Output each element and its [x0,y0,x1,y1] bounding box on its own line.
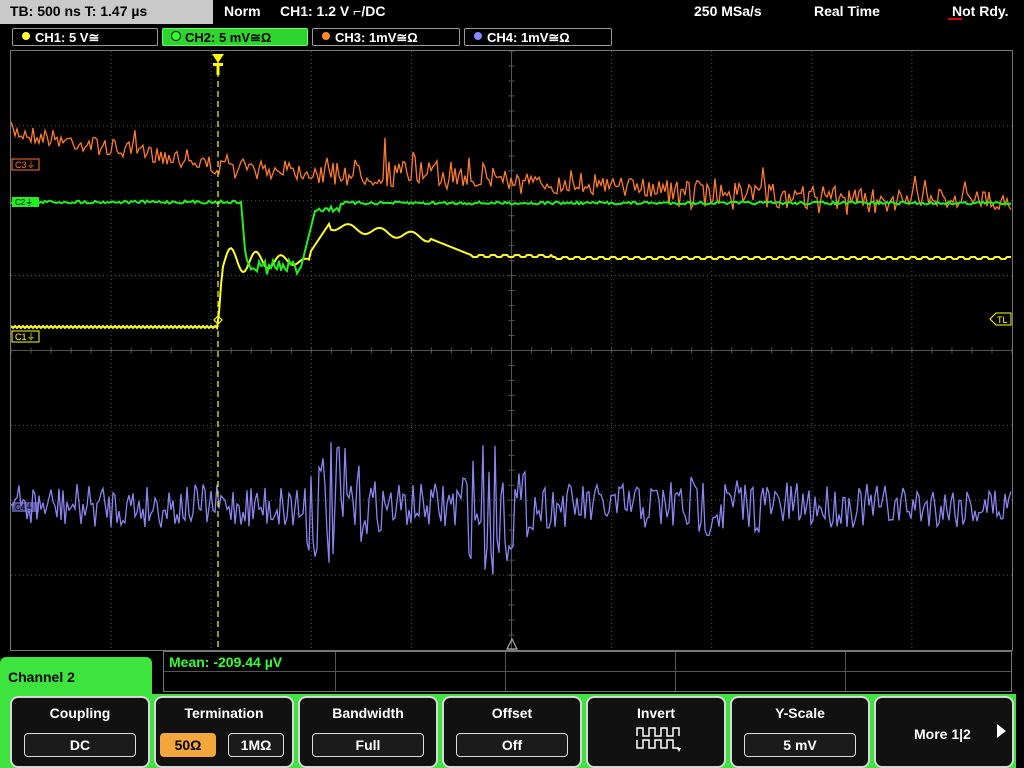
coupling-value[interactable]: DC [24,733,136,757]
bandwidth-title: Bandwidth [332,705,404,721]
acquisition-state: Not Rdy. [952,3,1009,19]
trigger-level-marker[interactable]: TL [989,312,1012,326]
y-scale-softkey[interactable]: Y-Scale 5 mV [730,696,870,768]
tab-ch1[interactable]: CH1: 5 V≅ [12,28,158,46]
menu-title: Channel 2 [8,669,75,685]
invert-waveform-icon [636,727,681,752]
more-label: More 1|2 [914,726,971,742]
offset-value[interactable]: Off [456,733,568,757]
svg-text:C3⏚: C3⏚ [15,160,36,170]
c1-level-marker[interactable]: C1⏚ [11,330,40,343]
invert-softkey[interactable]: Invert [586,696,726,768]
state-indicator [948,18,962,20]
bandwidth-softkey[interactable]: Bandwidth Full [298,696,438,768]
graticule [11,51,1012,650]
termination-title: Termination [184,705,264,721]
sample-rate: 250 MSa/s [694,3,762,19]
mean-measurement: Mean: -209.44 µV [169,654,283,670]
svg-text:C1⏚: C1⏚ [15,332,36,342]
termination-1mohm-option[interactable]: 1MΩ [228,733,284,757]
svg-text:C2⏚: C2⏚ [15,198,33,207]
ch2-color-dot [171,31,181,41]
acquisition-mode[interactable]: Real Time [814,3,880,19]
tab-ch2-label: CH2: 5 mV≅Ω [185,30,272,45]
trigger-marker-icon[interactable] [212,54,224,75]
termination-50ohm-option[interactable]: 50Ω [160,733,216,757]
svg-text:C4⏚: C4⏚ [15,503,33,512]
more-softkey[interactable]: More 1|2 [874,696,1014,768]
waveform-display[interactable]: C3⏚ C2⏚ C1⏚ C4⏚ TL [10,50,1013,651]
c4-level-marker[interactable]: C4⏚ [12,502,39,512]
coupling-title: Coupling [49,705,111,721]
offset-title: Offset [491,705,533,721]
ch1-color-dot [21,31,31,41]
tab-ch2[interactable]: CH2: 5 mV≅Ω [162,28,308,46]
trigger-mode[interactable]: Norm [224,3,261,19]
ch3-color-dot [321,31,331,41]
c2-level-marker[interactable]: C2⏚ [12,197,39,207]
c3-level-marker[interactable]: C3⏚ [11,158,40,171]
y-scale-title: Y-Scale [775,705,825,721]
measurement-bar [163,651,1012,692]
tab-ch4-label: CH4: 1mV≅Ω [487,30,570,45]
svg-text:TL: TL [997,315,1008,325]
tab-ch1-label: CH1: 5 V≅ [35,30,100,45]
trigger-readout[interactable]: CH1: 1.2 V ⌐/DC [280,3,385,19]
waveform-canvas: C3⏚ C2⏚ C1⏚ C4⏚ TL [11,51,1012,650]
invert-title: Invert [636,705,676,721]
offset-softkey[interactable]: Offset Off [442,696,582,768]
coupling-softkey[interactable]: Coupling DC [10,696,150,768]
tab-ch4[interactable]: CH4: 1mV≅Ω [464,28,612,46]
tab-ch3[interactable]: CH3: 1mV≅Ω [312,28,460,46]
timebase-readout[interactable]: TB: 500 ns T: 1.47 µs [0,0,213,24]
ch4-color-dot [473,31,483,41]
termination-softkey[interactable]: Termination 50Ω 1MΩ [154,696,294,768]
next-page-arrow-icon [997,724,1006,738]
bandwidth-value[interactable]: Full [312,733,424,757]
tab-ch3-label: CH3: 1mV≅Ω [335,30,418,45]
y-scale-value[interactable]: 5 mV [744,733,856,757]
